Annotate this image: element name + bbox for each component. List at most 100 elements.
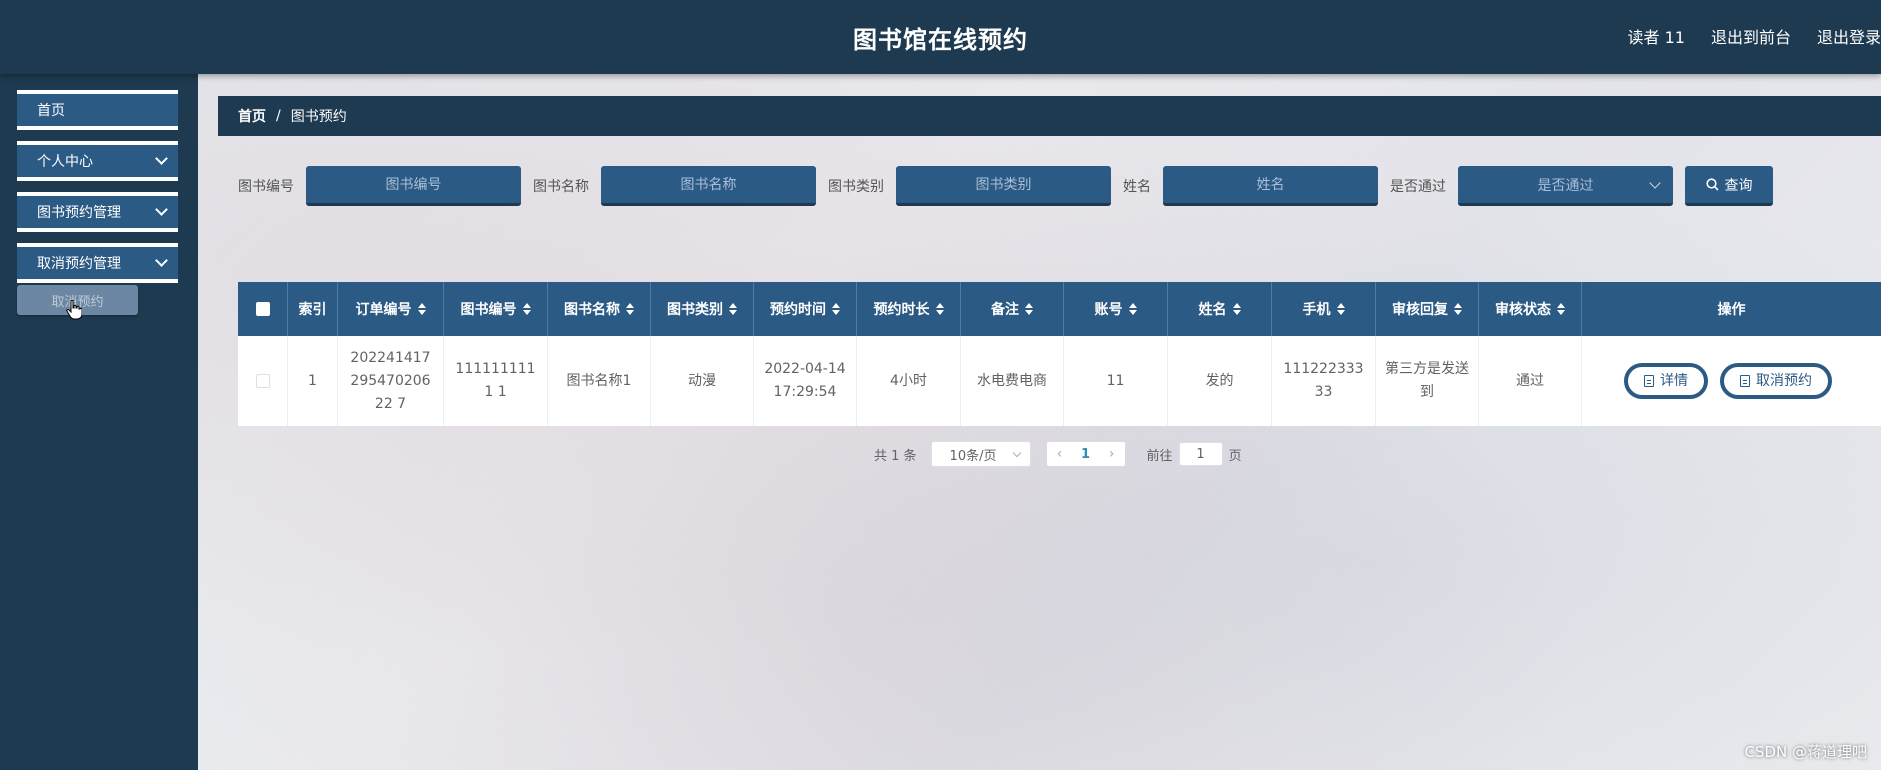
pager: ‹ 1 › [1046, 442, 1125, 466]
cell-name: 发的 [1168, 336, 1272, 426]
chevron-down-icon [155, 203, 168, 216]
cell-status: 通过 [1479, 336, 1582, 426]
cell-book-type: 动漫 [651, 336, 754, 426]
sidebar-item-book-reservation[interactable]: 图书预约管理 [17, 192, 178, 232]
approved-select[interactable]: 是否通过 [1458, 166, 1673, 206]
prev-page-button[interactable]: ‹ [1047, 446, 1073, 462]
front-link[interactable]: 退出到前台 [1711, 24, 1791, 48]
column-label: 预约时长 [873, 302, 930, 318]
book-type-label: 图书类别 [828, 179, 884, 195]
column-header[interactable]: 图书编号 [444, 282, 548, 336]
cancel-reservation-button[interactable]: 取消预约 [1720, 363, 1832, 399]
column-header: 操作 [1582, 282, 1881, 336]
column-label: 审核回复 [1392, 302, 1448, 318]
sort-icon[interactable] [626, 303, 634, 315]
document-icon [1644, 375, 1654, 387]
page-size-select[interactable]: 10条/页 [930, 441, 1031, 467]
sidebar-item-home[interactable]: 首页 [17, 90, 178, 130]
sort-icon[interactable] [1336, 303, 1345, 315]
next-page-button[interactable]: › [1099, 446, 1125, 462]
sort-icon[interactable] [935, 303, 944, 315]
sort-icon[interactable] [1454, 303, 1462, 315]
book-no-input[interactable] [306, 166, 521, 206]
sort-icon[interactable] [729, 303, 737, 315]
page-unit-label: 页 [1228, 448, 1242, 464]
column-label: 图书编号 [460, 302, 517, 318]
cell-order-no: 20224141729547020622 7 [338, 336, 444, 426]
column-label: 操作 [1717, 302, 1746, 318]
column-label: 备注 [991, 302, 1019, 318]
row-checkbox[interactable] [238, 336, 288, 426]
column-header[interactable]: 预约时间 [754, 282, 857, 336]
sidebar-item-label: 个人中心 [37, 154, 93, 170]
breadcrumb-home[interactable]: 首页 [238, 106, 266, 126]
column-header[interactable]: 姓名 [1168, 282, 1272, 336]
chevron-down-icon [1649, 177, 1661, 189]
sort-icon[interactable] [417, 303, 426, 315]
column-label: 索引 [298, 302, 327, 318]
column-label: 订单编号 [355, 302, 412, 318]
goto-page-input[interactable]: 1 [1178, 442, 1223, 466]
sort-icon[interactable] [522, 303, 531, 315]
sort-icon[interactable] [1128, 303, 1137, 315]
chevron-down-icon [155, 254, 168, 267]
column-header[interactable]: 手机 [1272, 282, 1376, 336]
cell-duration: 4小时 [857, 336, 961, 426]
column-label: 姓名 [1198, 302, 1227, 318]
goto-page-value: 1 [1196, 446, 1205, 462]
book-name-input[interactable] [601, 166, 816, 206]
hand-cursor-icon [66, 300, 82, 320]
name-label: 姓名 [1123, 179, 1151, 195]
cell-remark: 水电费电商 [961, 336, 1064, 426]
user-label: 读者 11 [1627, 28, 1685, 47]
sort-icon[interactable] [1025, 303, 1033, 315]
chevron-down-icon [1012, 448, 1021, 458]
cell-actions: 详情 取消预约 [1582, 336, 1881, 426]
column-header: 索引 [288, 282, 338, 336]
app-title: 图书馆在线预约 [853, 26, 1028, 54]
cell-index: 1 [288, 336, 338, 426]
sort-icon[interactable] [832, 303, 840, 315]
column-label: 图书类别 [667, 302, 723, 318]
search-icon [1705, 178, 1719, 191]
name-input[interactable] [1163, 166, 1378, 206]
column-header[interactable]: 账号 [1064, 282, 1168, 336]
breadcrumb-current: 图书预约 [290, 109, 347, 125]
sidebar-item-label: 首页 [37, 103, 65, 119]
reservation-table: 索引 订单编号 图书编号 图书名称 图书类别 预约时间 预约时长 备注 账号 姓… [238, 282, 1881, 426]
column-header[interactable]: 图书名称 [548, 282, 651, 336]
column-label: 手机 [1302, 302, 1331, 318]
select-all-checkbox[interactable] [238, 282, 288, 336]
breadcrumb-separator: / [276, 108, 281, 124]
approved-label: 是否通过 [1390, 179, 1446, 195]
logout-link[interactable]: 退出登录 [1817, 24, 1881, 48]
column-label: 审核状态 [1495, 302, 1551, 318]
detail-button[interactable]: 详情 [1624, 363, 1708, 399]
main-content: 首页 / 图书预约 图书编号 图书名称 图书类别 姓名 是否通过 是否通过 查询… [198, 74, 1881, 770]
column-header[interactable]: 审核回复 [1376, 282, 1479, 336]
approved-select-value: 是否通过 [1537, 177, 1594, 194]
search-button[interactable]: 查询 [1685, 166, 1773, 206]
sort-icon[interactable] [1557, 303, 1565, 315]
column-header[interactable]: 预约时长 [857, 282, 961, 336]
table-row: 1 20224141729547020622 7 1111111111 1 图书… [238, 336, 1881, 426]
column-header[interactable]: 订单编号 [338, 282, 444, 336]
sidebar-item-label: 图书预约管理 [37, 205, 121, 221]
page-total: 共 1 条 [874, 448, 917, 464]
user-area: 读者 11 退出到前台 退出登录 [1628, 24, 1881, 48]
sidebar-item-cancel-reservation[interactable]: 取消预约管理 [17, 243, 178, 283]
cell-phone: 11122233333 [1272, 336, 1376, 426]
page-size-value: 10条/页 [949, 448, 997, 464]
search-form: 图书编号 图书名称 图书类别 姓名 是否通过 是否通过 查询 [238, 166, 1773, 206]
column-header[interactable]: 审核状态 [1479, 282, 1582, 336]
column-header[interactable]: 备注 [961, 282, 1064, 336]
sidebar-item-personal-center[interactable]: 个人中心 [17, 141, 178, 181]
page-number-1[interactable]: 1 [1073, 447, 1099, 462]
document-icon [1740, 375, 1750, 387]
column-header[interactable]: 图书类别 [651, 282, 754, 336]
sort-icon[interactable] [1232, 303, 1241, 315]
sidebar: 首页 个人中心 图书预约管理 取消预约管理 取消预约 [0, 74, 198, 770]
book-type-input[interactable] [896, 166, 1111, 206]
checkbox-icon [255, 374, 270, 388]
detail-button-label: 详情 [1660, 372, 1688, 389]
